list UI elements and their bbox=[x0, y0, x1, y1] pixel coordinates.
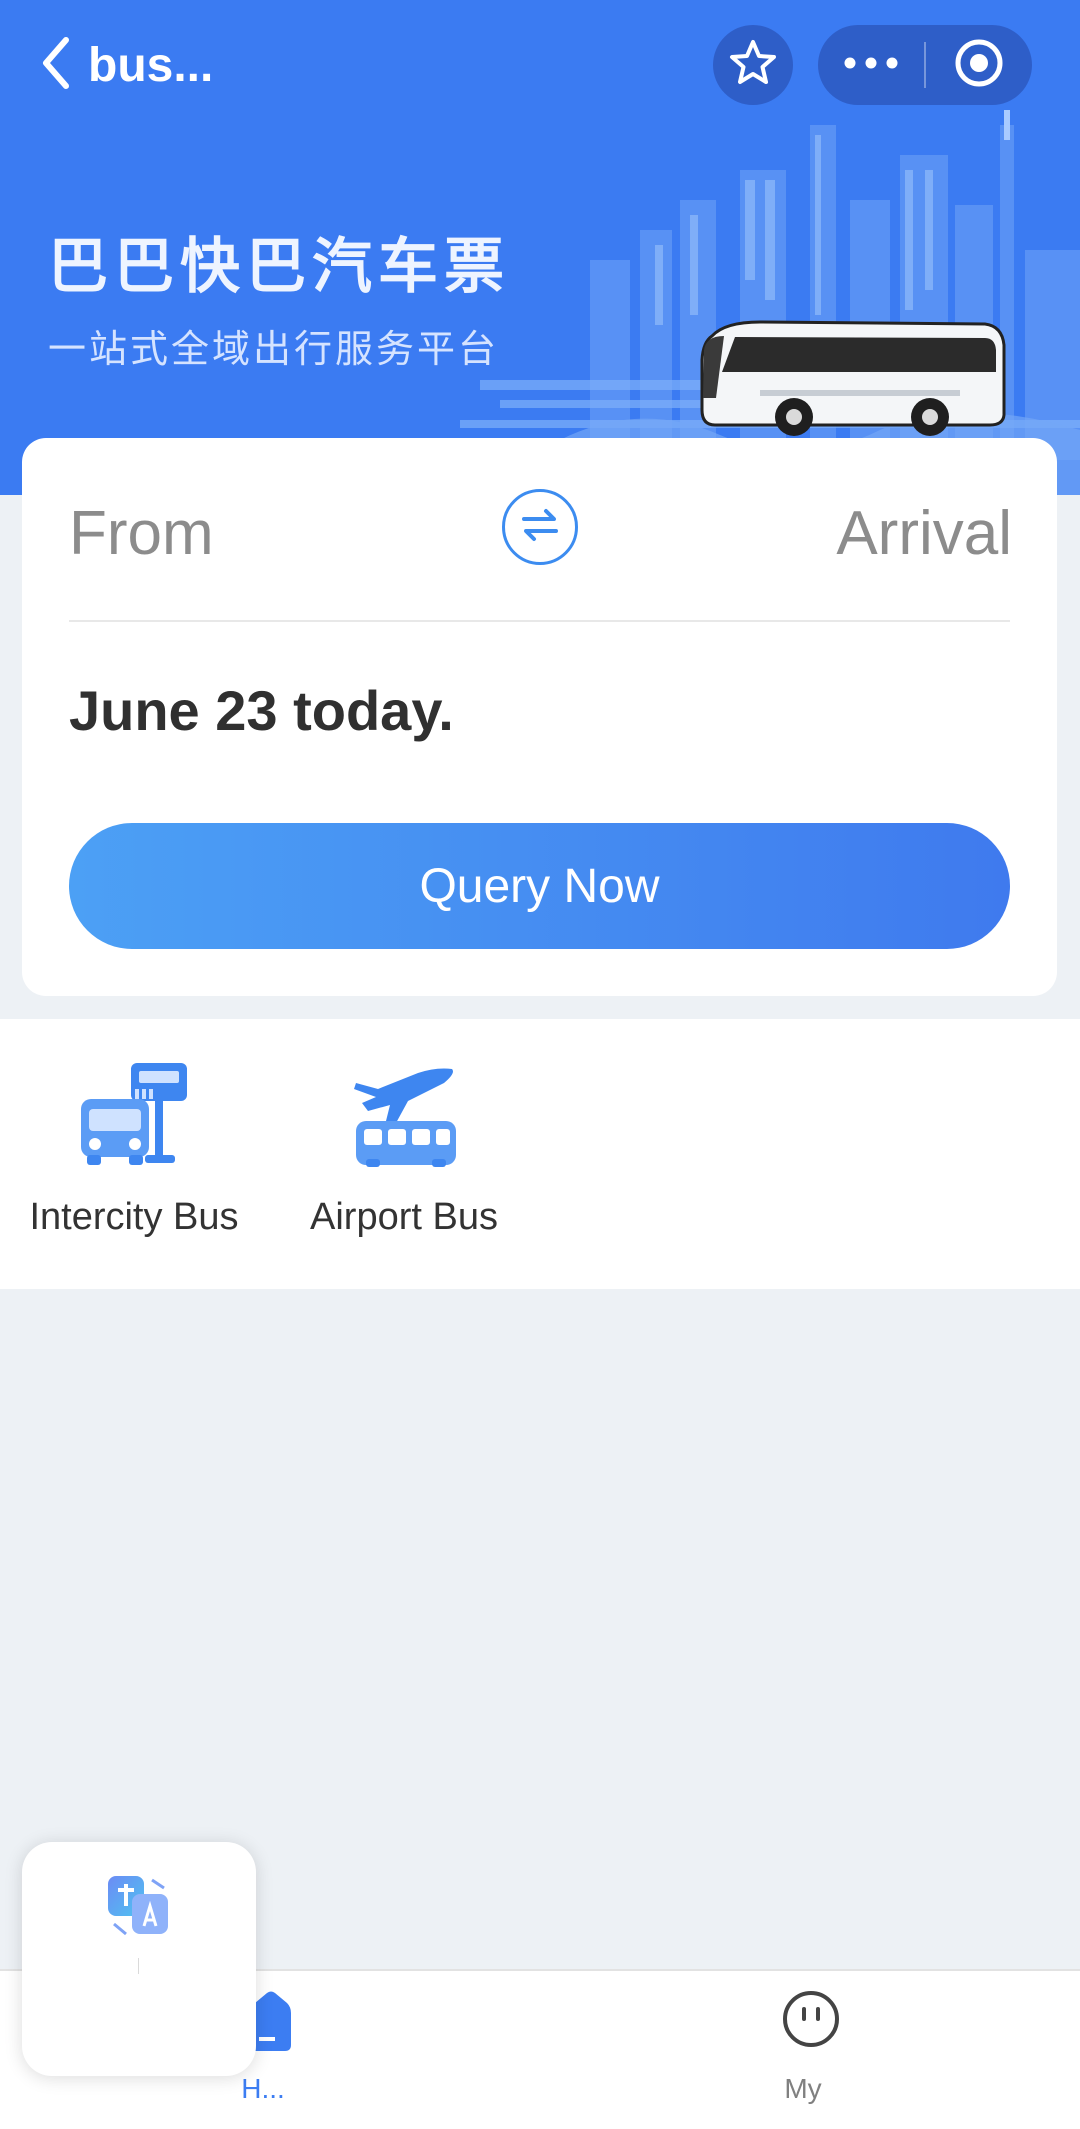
date-selector[interactable]: June 23 today. bbox=[69, 678, 454, 743]
floating-translate-widget[interactable] bbox=[22, 1842, 256, 2076]
widget-divider bbox=[138, 1958, 139, 1974]
more-icon bbox=[844, 56, 898, 74]
miniprogram-capsule bbox=[818, 25, 1032, 105]
more-button[interactable] bbox=[818, 25, 924, 105]
swap-icon bbox=[518, 507, 562, 548]
airport-bus-entry[interactable]: Airport Bus bbox=[292, 1059, 516, 1239]
category-panel: Intercity Bus Airport Bus bbox=[0, 1019, 1080, 1289]
hero-subtitle: 一站式全域出行服务平台 bbox=[48, 327, 500, 371]
close-miniprogram-button[interactable] bbox=[926, 25, 1032, 105]
hero-banner: bus... 巴巴快巴汽车票 一站式全域出行服务平台 bbox=[0, 0, 1080, 495]
airport-bus-icon bbox=[348, 1059, 460, 1174]
translate-icon bbox=[104, 1870, 174, 1945]
tab-my-label: My bbox=[784, 2073, 822, 2104]
favorite-button[interactable] bbox=[713, 25, 793, 105]
divider bbox=[69, 620, 1010, 622]
tab-my[interactable]: My bbox=[703, 1971, 903, 2129]
intercity-bus-entry[interactable]: Intercity Bus bbox=[22, 1059, 246, 1239]
intercity-bus-label: Intercity Bus bbox=[29, 1196, 239, 1238]
airport-bus-label: Airport Bus bbox=[310, 1196, 498, 1238]
tab-home-label: H... bbox=[241, 2073, 285, 2104]
query-now-button[interactable]: Query Now bbox=[69, 823, 1010, 949]
search-card: From Arrival June 23 today. Query Now bbox=[22, 438, 1057, 996]
my-face-icon bbox=[781, 1989, 841, 2054]
bus-illustration bbox=[700, 320, 1006, 436]
arrival-field[interactable]: Arrival bbox=[836, 498, 1012, 569]
from-field[interactable]: From bbox=[69, 498, 214, 569]
swap-button[interactable] bbox=[502, 489, 578, 565]
intercity-bus-icon bbox=[79, 1059, 189, 1174]
record-icon bbox=[954, 38, 1004, 93]
back-chevron-icon bbox=[40, 36, 70, 95]
hero-title: 巴巴快巴汽车票 bbox=[48, 232, 510, 302]
back-button[interactable]: bus... bbox=[40, 30, 213, 100]
nav-title: bus... bbox=[88, 38, 214, 92]
star-icon bbox=[727, 37, 779, 94]
